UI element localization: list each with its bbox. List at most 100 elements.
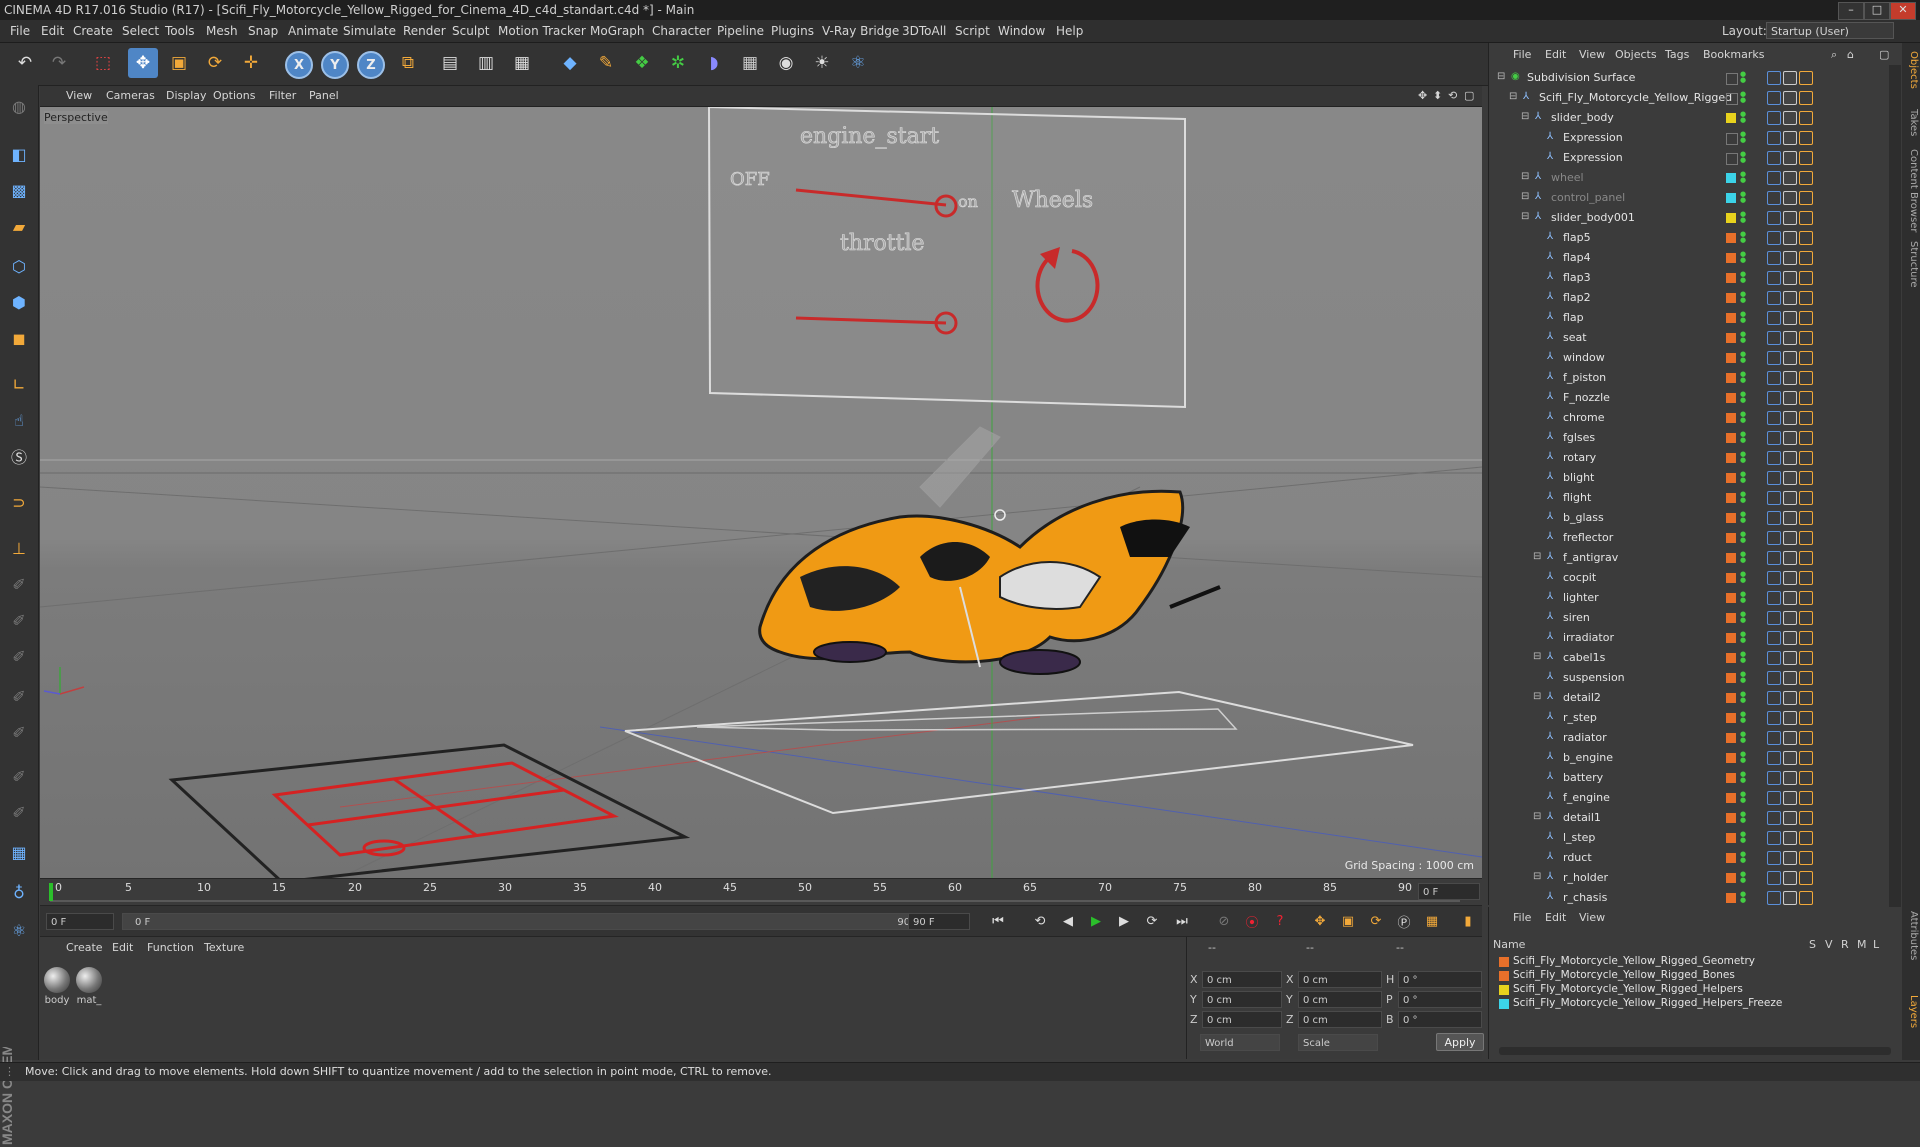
visibility-dots-icon[interactable]: ● ●: [1740, 871, 1746, 884]
texture-tag-icon[interactable]: [1783, 251, 1797, 265]
layer-color-swatch[interactable]: [1726, 473, 1736, 483]
vp-pan-icon[interactable]: ✥: [1418, 89, 1427, 102]
render-picture-viewer-icon[interactable]: ▥: [471, 48, 501, 78]
visibility-dots-icon[interactable]: ● ●: [1740, 331, 1746, 344]
xpresso-tag-icon[interactable]: [1799, 671, 1813, 685]
layer-color-swatch[interactable]: [1726, 633, 1736, 643]
layer-column-view[interactable]: V: [1825, 938, 1833, 951]
play-icon[interactable]: ▶: [1086, 911, 1106, 931]
object-tree-row[interactable]: ⊟ ⅄ wheel ● ●: [1489, 168, 1881, 188]
visibility-dots-icon[interactable]: ● ●: [1740, 891, 1746, 904]
subdivision-surface-icon[interactable]: ❖: [627, 48, 657, 78]
layer-color-swatch[interactable]: [1726, 393, 1736, 403]
layer-color-swatch[interactable]: [1726, 213, 1736, 223]
xpresso-tag-icon[interactable]: [1799, 611, 1813, 625]
layer-color-swatch[interactable]: [1726, 613, 1736, 623]
object-name[interactable]: fglses: [1563, 431, 1595, 444]
layer-column-manager[interactable]: M: [1857, 938, 1867, 951]
layer-color-swatch[interactable]: [1726, 373, 1736, 383]
layer-color-swatch[interactable]: [1726, 173, 1736, 183]
object-tree-row[interactable]: ⅄ flap ● ●: [1489, 308, 1881, 328]
joint-tool-icon[interactable]: ⊥: [4, 533, 34, 563]
z-position-field[interactable]: 0 cm: [1202, 1011, 1282, 1028]
xpresso-tag-icon[interactable]: [1799, 171, 1813, 185]
texture-tag-icon[interactable]: [1783, 651, 1797, 665]
mat-menu-function[interactable]: Function: [147, 941, 194, 954]
xpresso-tag-icon[interactable]: [1799, 711, 1813, 725]
object-name[interactable]: detail1: [1563, 811, 1601, 824]
next-frame-icon[interactable]: ▶: [1114, 911, 1134, 931]
expand-toggle-icon[interactable]: ⊟: [1521, 112, 1531, 122]
constraint-tag-icon[interactable]: [1767, 611, 1781, 625]
object-name[interactable]: irradiator: [1563, 631, 1614, 644]
tab-takes[interactable]: Takes: [1903, 109, 1919, 136]
menu-sculpt[interactable]: Sculpt: [452, 24, 489, 38]
tab-layers[interactable]: Layers: [1903, 995, 1919, 1028]
constraint-tag-icon[interactable]: [1767, 411, 1781, 425]
menu-pipeline[interactable]: Pipeline: [717, 24, 764, 38]
texture-tag-icon[interactable]: [1783, 231, 1797, 245]
object-name[interactable]: battery: [1563, 771, 1603, 784]
undo-icon[interactable]: ↶: [10, 48, 40, 78]
coordinate-mode-select[interactable]: Scale: [1298, 1034, 1378, 1051]
layer-color-swatch[interactable]: [1726, 853, 1736, 863]
h-rotation-field[interactable]: 0 °: [1398, 971, 1482, 988]
object-name[interactable]: flap3: [1563, 271, 1591, 284]
layer-color-swatch[interactable]: [1726, 593, 1736, 603]
layer-color-swatch[interactable]: [1726, 353, 1736, 363]
visibility-dots-icon[interactable]: ● ●: [1740, 191, 1746, 204]
object-tree-row[interactable]: ⅄ flight ● ●: [1489, 488, 1881, 508]
xpresso-tag-icon[interactable]: [1799, 511, 1813, 525]
visibility-dots-icon[interactable]: ● ●: [1740, 71, 1746, 84]
rig-icon[interactable]: ♁: [4, 877, 34, 907]
object-tree-row[interactable]: ⊟ ⅄ Scifi_Fly_Motorcycle_Yellow_Rigged ● ●: [1489, 88, 1881, 108]
xpresso-tag-icon[interactable]: [1799, 91, 1813, 105]
texture-tag-icon[interactable]: [1783, 291, 1797, 305]
xpresso-tag-icon[interactable]: [1799, 131, 1813, 145]
b-rotation-field[interactable]: 0 °: [1398, 1011, 1482, 1028]
object-tree-row[interactable]: ⅄ r_step ● ●: [1489, 708, 1881, 728]
z-size-field[interactable]: 0 cm: [1298, 1011, 1382, 1028]
texture-tag-icon[interactable]: [1783, 631, 1797, 645]
obj-menu-file[interactable]: File: [1513, 48, 1531, 61]
cloner-icon[interactable]: ✲: [663, 48, 693, 78]
visibility-dots-icon[interactable]: ● ●: [1740, 311, 1746, 324]
constraint-tag-icon[interactable]: [1767, 591, 1781, 605]
layer-color-swatch[interactable]: [1726, 253, 1736, 263]
menu-plugins[interactable]: Plugins: [771, 24, 814, 38]
timeline-ruler[interactable]: 0 5 10 15 20 25 30 35 40 45 50 55 60 65 …: [40, 878, 1482, 905]
texture-tag-icon[interactable]: [1783, 71, 1797, 85]
polygon-mode-icon[interactable]: ◼: [4, 323, 34, 353]
texture-tag-icon[interactable]: [1783, 271, 1797, 285]
grid-icon[interactable]: ▦: [4, 837, 34, 867]
texture-tag-icon[interactable]: [1783, 431, 1797, 445]
expand-toggle-icon[interactable]: ⊟: [1497, 72, 1507, 82]
texture-tag-icon[interactable]: [1783, 471, 1797, 485]
texture-tag-icon[interactable]: [1783, 751, 1797, 765]
close-button[interactable]: ✕: [1890, 2, 1916, 20]
xpresso-tag-icon[interactable]: [1799, 591, 1813, 605]
constraint-tag-icon[interactable]: [1767, 771, 1781, 785]
constraint-tag-icon[interactable]: [1767, 631, 1781, 645]
layer-column-render[interactable]: R: [1841, 938, 1849, 951]
visibility-dots-icon[interactable]: ● ●: [1740, 431, 1746, 444]
layer-color-swatch[interactable]: [1726, 293, 1736, 303]
object-name[interactable]: Expression: [1563, 151, 1623, 164]
constraint-tag-icon[interactable]: [1767, 71, 1781, 85]
weight-tool-icon[interactable]: ✐: [4, 641, 34, 671]
constraint-tag-icon[interactable]: [1767, 811, 1781, 825]
xpresso-tag-icon[interactable]: [1799, 831, 1813, 845]
object-tree-row[interactable]: ⅄ fglses ● ●: [1489, 428, 1881, 448]
constraint-tag-icon[interactable]: [1767, 371, 1781, 385]
loop-icon[interactable]: ⟳: [1142, 911, 1162, 931]
go-to-start-icon[interactable]: ⏮: [988, 911, 1008, 931]
object-tree-row[interactable]: ⅄ radiator ● ●: [1489, 728, 1881, 748]
menu-select[interactable]: Select: [122, 24, 159, 38]
sketch-tool-icon[interactable]: ✐: [4, 717, 34, 747]
layer-color-swatch[interactable]: [1726, 193, 1736, 203]
layer-color-swatch[interactable]: [1726, 413, 1736, 423]
layer-color-swatch[interactable]: [1726, 113, 1736, 123]
texture-mode-icon[interactable]: ▩: [4, 175, 34, 205]
object-name[interactable]: Subdivision Surface: [1527, 71, 1635, 84]
object-name[interactable]: blight: [1563, 471, 1594, 484]
